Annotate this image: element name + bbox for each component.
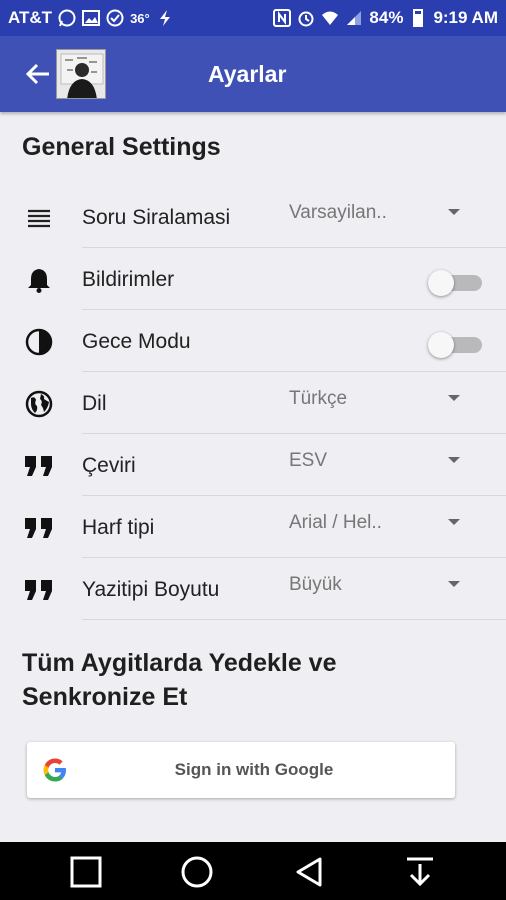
temperature-label: 36°: [130, 10, 150, 26]
setting-label: Soru Siralamasi: [82, 206, 231, 229]
check-circle-icon: [106, 9, 124, 27]
quote-icon: [24, 576, 54, 604]
square-icon: [70, 856, 102, 888]
dropdown-caret-icon[interactable]: [448, 395, 460, 401]
bolt-icon: [159, 10, 170, 26]
status-left: AT&T 36°: [8, 8, 174, 28]
arrow-down-bar-icon: [407, 857, 433, 887]
page-title: Ayarlar: [208, 60, 287, 87]
back-button[interactable]: [20, 56, 56, 92]
google-sign-in-button[interactable]: Sign in with Google: [27, 742, 455, 798]
setting-value[interactable]: Türkçe: [289, 388, 407, 410]
setting-label: Yazitipi Boyutu: [82, 578, 220, 601]
setting-label: Harf tipi: [82, 516, 155, 539]
nfc-icon: [273, 9, 292, 27]
setting-value[interactable]: Varsayilan..: [289, 202, 407, 224]
profile-image: [57, 50, 105, 98]
setting-label: Dil: [82, 392, 107, 415]
settings-content: General Settings Soru Siralamasi Varsayi…: [0, 112, 506, 842]
arrow-back-icon: [25, 63, 49, 85]
wifi-icon: [322, 11, 339, 25]
notifications-toggle[interactable]: [428, 270, 482, 296]
sync-title-line1: Tüm Aygitlarda Yedekle ve: [22, 649, 337, 677]
setting-value[interactable]: Arial / Hel..: [289, 512, 407, 534]
list-icon: [24, 204, 54, 232]
google-button-label: Sign in with Google: [174, 760, 334, 779]
quote-icon: [24, 514, 54, 542]
image-icon: [82, 10, 101, 26]
recents-button[interactable]: [68, 854, 104, 890]
sync-title-line2: Senkronize Et: [22, 683, 188, 711]
setting-row-notifications[interactable]: Bildirimler: [0, 248, 506, 310]
setting-label: Bildirimler: [82, 268, 175, 291]
back-nav-button[interactable]: [291, 854, 327, 890]
night-mode-toggle[interactable]: [428, 332, 482, 358]
globe-icon: [24, 390, 54, 418]
dropdown-caret-icon[interactable]: [448, 519, 460, 525]
navigation-bar: [0, 842, 506, 900]
setting-label: Gece Modu: [82, 330, 191, 353]
status-right: 84% 9:19 AM: [273, 8, 498, 28]
home-button[interactable]: [179, 854, 215, 890]
carrier-label: AT&T: [8, 8, 53, 27]
setting-value[interactable]: ESV: [289, 450, 407, 472]
battery-percent: 84%: [369, 8, 404, 27]
triangle-back-icon: [296, 857, 322, 887]
setting-row-font[interactable]: Harf tipi Arial / Hel..: [0, 496, 506, 558]
divider: [82, 619, 506, 620]
status-bar: AT&T 36° 84% 9:19 AM: [0, 0, 506, 36]
setting-row-question-order[interactable]: Soru Siralamasi Varsayilan..: [0, 186, 506, 248]
signal-icon: [347, 11, 362, 25]
setting-row-language[interactable]: Dil Türkçe: [0, 372, 506, 434]
circle-icon: [181, 856, 213, 888]
general-settings-title: General Settings: [22, 133, 221, 161]
notification-pull-button[interactable]: [402, 854, 438, 890]
clock: 9:19 AM: [433, 8, 498, 27]
app-bar: Ayarlar: [0, 36, 506, 112]
setting-row-night-mode[interactable]: Gece Modu: [0, 310, 506, 372]
setting-row-translation[interactable]: Çeviri ESV: [0, 434, 506, 496]
dropdown-caret-icon[interactable]: [448, 209, 460, 215]
setting-label: Çeviri: [82, 454, 136, 477]
battery-icon: [413, 9, 424, 27]
dropdown-caret-icon[interactable]: [448, 457, 460, 463]
setting-row-font-size[interactable]: Yazitipi Boyutu Büyük: [0, 558, 506, 620]
contrast-icon: [24, 328, 54, 356]
bell-icon: [24, 266, 54, 294]
whatsapp-icon: [58, 9, 76, 27]
alarm-icon: [298, 11, 314, 27]
setting-value[interactable]: Büyük: [289, 574, 407, 596]
quote-icon: [24, 452, 54, 480]
dropdown-caret-icon[interactable]: [448, 581, 460, 587]
avatar[interactable]: [56, 49, 106, 99]
